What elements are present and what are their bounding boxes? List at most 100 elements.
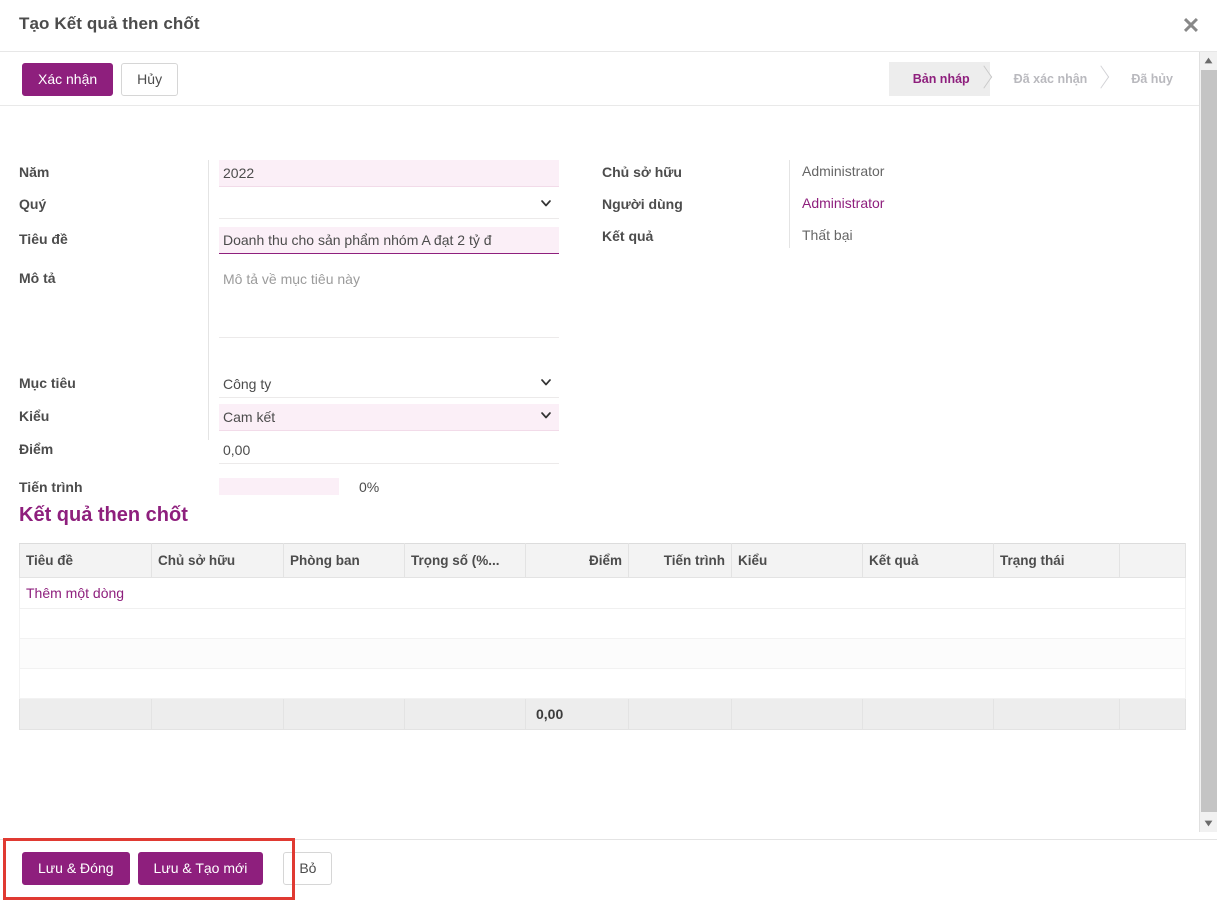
- field-row-score: Điểm: [19, 437, 560, 475]
- owner-value: Administrator: [802, 163, 885, 179]
- add-row[interactable]: Thêm một dòng: [19, 577, 1186, 609]
- field-control-score: [219, 437, 559, 464]
- column-header-type[interactable]: Kiểu: [731, 543, 863, 578]
- field-label-owner: Chủ sở hữu: [602, 164, 682, 180]
- field-control-progress: 0%: [219, 478, 379, 495]
- total-cell-owner: [151, 698, 284, 730]
- status-stage-draft[interactable]: Bản nháp: [888, 62, 990, 96]
- key-results-table-wrapper: Tiêu đề Chủ sở hữu Phòng ban Trọng số (%…: [19, 543, 1186, 730]
- column-header-result[interactable]: Kết quả: [862, 543, 994, 578]
- footer-buttons: Lưu & Đóng Lưu & Tạo mới Bỏ: [22, 852, 333, 885]
- column-header-department[interactable]: Phòng ban: [283, 543, 405, 578]
- total-cell-status: [993, 698, 1120, 730]
- field-row-year: Năm: [19, 160, 560, 192]
- table-row: [19, 668, 1186, 699]
- column-header-progress[interactable]: Tiến trình: [628, 543, 732, 578]
- total-cell-department: [283, 698, 405, 730]
- add-a-line-link[interactable]: Thêm một dòng: [26, 585, 124, 601]
- total-cell-progress: [628, 698, 732, 730]
- field-label-score: Điểm: [19, 441, 54, 457]
- vertical-scrollbar[interactable]: [1199, 52, 1217, 832]
- field-control-type: [219, 404, 559, 431]
- form-sheet: Năm Quý Tiêu đề: [0, 106, 1199, 832]
- user-value-link[interactable]: Administrator: [802, 195, 884, 211]
- field-row-title: Tiêu đề: [19, 227, 560, 266]
- field-control-objective: [219, 371, 559, 398]
- field-row-description: Mô tả: [19, 266, 560, 371]
- dialog-footer: Lưu & Đóng Lưu & Tạo mới Bỏ: [0, 839, 1217, 902]
- field-label-progress: Tiến trình: [19, 479, 83, 495]
- quarter-select[interactable]: [219, 192, 559, 219]
- field-label-title: Tiêu đề: [19, 231, 68, 247]
- total-cell-result: [862, 698, 994, 730]
- status-pipeline: Bản nháp Đã xác nhận Đã hủy: [888, 62, 1193, 96]
- scroll-up-arrow-icon[interactable]: [1200, 52, 1217, 69]
- field-control-description: [219, 266, 559, 341]
- result-value: Thất bại: [802, 227, 853, 243]
- column-header-owner[interactable]: Chủ sở hữu: [151, 543, 284, 578]
- field-label-type: Kiểu: [19, 408, 50, 424]
- column-header-actions: [1119, 543, 1186, 578]
- field-label-objective: Mục tiêu: [19, 375, 76, 391]
- save-and-new-button[interactable]: Lưu & Tạo mới: [137, 852, 264, 885]
- dialog-header: Tạo Kết quả then chốt ✕: [0, 0, 1217, 52]
- total-cell-score: 0,00: [525, 698, 629, 730]
- field-label-result: Kết quả: [602, 228, 654, 244]
- column-header-weight[interactable]: Trọng số (%...: [404, 543, 526, 578]
- scrollbar-thumb[interactable]: [1201, 70, 1217, 812]
- year-input[interactable]: [219, 160, 559, 187]
- status-action-bar: Xác nhận Hủy Bản nháp Đã xác nhận Đã hủy: [0, 52, 1217, 106]
- column-header-score[interactable]: Điểm: [525, 543, 629, 578]
- key-results-table: Tiêu đề Chủ sở hữu Phòng ban Trọng số (%…: [19, 543, 1186, 730]
- field-row-objective: Mục tiêu: [19, 371, 560, 404]
- empty-row-cell: [19, 668, 1186, 699]
- field-row-result: Kết quả Thất bại: [602, 224, 1002, 256]
- description-textarea[interactable]: [219, 266, 559, 338]
- scroll-down-arrow-icon[interactable]: [1200, 815, 1217, 832]
- empty-row-cell: [19, 638, 1186, 669]
- close-icon[interactable]: ✕: [1175, 10, 1207, 42]
- workflow-buttons: Xác nhận Hủy: [22, 63, 179, 96]
- status-stage-confirmed[interactable]: Đã xác nhận: [990, 62, 1108, 96]
- form-group-right: Chủ sở hữu Administrator Người dùng Admi…: [602, 160, 1002, 256]
- right-group-divider: [789, 160, 790, 248]
- form-group-left: Năm Quý Tiêu đề: [19, 160, 560, 507]
- total-cell-weight: [404, 698, 526, 730]
- field-label-user: Người dùng: [602, 196, 683, 212]
- field-row-quarter: Quý: [19, 192, 560, 227]
- title-input[interactable]: [219, 227, 559, 254]
- field-label-description: Mô tả: [19, 270, 56, 286]
- add-row-cell[interactable]: Thêm một dòng: [19, 577, 1186, 609]
- total-cell-type: [731, 698, 863, 730]
- field-label-year: Năm: [19, 164, 50, 180]
- total-score-value: 0,00: [536, 706, 564, 722]
- field-control-quarter: [219, 192, 559, 219]
- progress-bar: [219, 478, 339, 495]
- table-total-row: 0,00: [19, 698, 1186, 730]
- page-title: Tạo Kết quả then chốt: [19, 14, 200, 33]
- total-cell-actions: [1119, 698, 1186, 730]
- objective-select[interactable]: [219, 371, 559, 398]
- field-row-user: Người dùng Administrator: [602, 192, 1002, 224]
- save-and-close-button[interactable]: Lưu & Đóng: [22, 852, 130, 885]
- field-label-quarter: Quý: [19, 196, 47, 212]
- field-row-owner: Chủ sở hữu Administrator: [602, 160, 1002, 192]
- table-row: [19, 638, 1186, 669]
- progress-percent-label: 0%: [359, 478, 380, 495]
- empty-row-cell: [19, 608, 1186, 639]
- status-stage-cancelled[interactable]: Đã hủy: [1107, 62, 1193, 96]
- create-key-result-dialog: Tạo Kết quả then chốt ✕ Xác nhận Hủy Bản…: [0, 0, 1217, 902]
- confirm-button[interactable]: Xác nhận: [22, 63, 114, 96]
- total-cell-title: [19, 698, 152, 730]
- type-select[interactable]: [219, 404, 559, 431]
- table-header-row: Tiêu đề Chủ sở hữu Phòng ban Trọng số (%…: [19, 543, 1186, 578]
- section-title-key-results: Kết quả then chốt: [19, 504, 188, 526]
- column-header-title[interactable]: Tiêu đề: [19, 543, 152, 578]
- field-row-progress: Tiến trình 0%: [19, 475, 560, 507]
- cancel-button[interactable]: Hủy: [121, 63, 179, 96]
- discard-button[interactable]: Bỏ: [283, 852, 333, 885]
- column-header-status[interactable]: Trạng thái: [993, 543, 1120, 578]
- left-group-divider: [208, 160, 209, 440]
- score-input[interactable]: [219, 437, 559, 464]
- field-control-year: [219, 160, 559, 187]
